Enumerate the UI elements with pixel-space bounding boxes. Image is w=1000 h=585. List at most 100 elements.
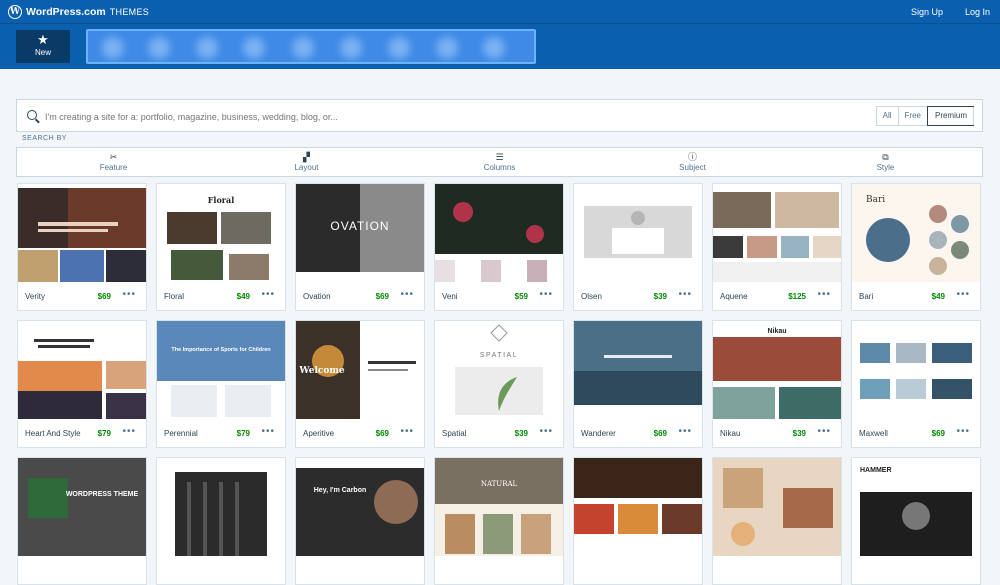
- more-options-icon[interactable]: •••: [817, 289, 831, 300]
- blurred-region: [86, 29, 536, 64]
- columns-icon: ☰: [495, 152, 504, 162]
- tools-icon: ✂: [109, 152, 118, 162]
- theme-price: $79: [236, 429, 250, 438]
- wordpress-logo-icon: W: [8, 5, 22, 19]
- more-options-icon[interactable]: •••: [261, 426, 275, 437]
- theme-card[interactable]: Nikau Nikau $39 •••: [712, 320, 842, 448]
- theme-thumbnail: Floral: [157, 184, 285, 282]
- filter-layout[interactable]: ▞ Layout: [210, 148, 403, 176]
- more-options-icon[interactable]: •••: [400, 426, 414, 437]
- theme-card[interactable]: HAMMER: [851, 457, 981, 585]
- theme-card[interactable]: [712, 457, 842, 585]
- layout-icon: ▞: [303, 152, 310, 162]
- signup-link[interactable]: Sign Up: [911, 7, 943, 17]
- theme-thumbnail: NATURAL: [435, 458, 563, 556]
- theme-card[interactable]: NATURAL: [434, 457, 564, 585]
- theme-price: $79: [97, 429, 111, 438]
- price-filter-all[interactable]: All: [877, 107, 899, 125]
- theme-thumbnail: WORDPRESS THEME: [18, 458, 146, 556]
- new-button[interactable]: ★ New: [16, 30, 70, 63]
- theme-card[interactable]: OVATION Ovation $69 •••: [295, 183, 425, 311]
- more-options-icon[interactable]: •••: [678, 289, 692, 300]
- theme-name: Veni: [442, 292, 458, 301]
- thumb-title: WORDPRESS THEME: [66, 491, 139, 498]
- theme-card[interactable]: WORDPRESS THEME: [17, 457, 147, 585]
- theme-price: $69: [375, 292, 389, 301]
- filter-subject[interactable]: ⓘ Subject: [596, 148, 789, 176]
- theme-price: $59: [514, 292, 528, 301]
- theme-card[interactable]: [156, 457, 286, 585]
- theme-price: $69: [375, 429, 389, 438]
- theme-card[interactable]: Bari Bari $49 •••: [851, 183, 981, 311]
- theme-name: Ovation: [303, 292, 331, 301]
- theme-search-box: All Free Premium: [16, 99, 983, 132]
- thumb-title: SPATIAL: [480, 352, 518, 359]
- theme-thumbnail: Nikau: [713, 321, 841, 419]
- theme-thumbnail: [852, 321, 980, 419]
- theme-thumbnail: [574, 321, 702, 419]
- more-options-icon[interactable]: •••: [400, 289, 414, 300]
- theme-card[interactable]: Wanderer $69 •••: [573, 320, 703, 448]
- theme-thumbnail: SPATIAL: [435, 321, 563, 419]
- theme-thumbnail: Welcome: [296, 321, 424, 419]
- theme-thumbnail: Bari: [852, 184, 980, 282]
- more-options-icon[interactable]: •••: [956, 426, 970, 437]
- filter-label: Columns: [483, 163, 516, 172]
- thumb-title: Welcome: [298, 366, 345, 376]
- style-icon: ⧉: [882, 152, 889, 162]
- price-filter-premium[interactable]: Premium: [926, 106, 974, 126]
- thumb-title: NATURAL: [481, 480, 518, 488]
- theme-price: $49: [236, 292, 250, 301]
- login-link[interactable]: Log In: [965, 7, 990, 17]
- theme-price: $69: [931, 429, 945, 438]
- theme-card[interactable]: Hey, I'm Carbon: [295, 457, 425, 585]
- theme-card[interactable]: Veni $59 •••: [434, 183, 564, 311]
- search-by-label: SEARCH BY: [22, 135, 67, 142]
- filter-feature[interactable]: ✂ Feature: [17, 148, 210, 176]
- search-input[interactable]: [45, 109, 645, 125]
- theme-card[interactable]: Maxwell $69 •••: [851, 320, 981, 448]
- theme-name: Floral: [164, 292, 185, 301]
- theme-card[interactable]: Heart And Style $79 •••: [17, 320, 147, 448]
- brand[interactable]: W WordPress.com THEMES: [8, 5, 149, 19]
- theme-thumbnail: HAMMER: [852, 458, 980, 556]
- brand-name: WordPress.com: [26, 6, 106, 18]
- more-options-icon[interactable]: •••: [817, 426, 831, 437]
- star-icon: ★: [37, 32, 49, 47]
- filter-style[interactable]: ⧉ Style: [789, 148, 982, 176]
- theme-card[interactable]: [573, 457, 703, 585]
- theme-price: $49: [931, 292, 945, 301]
- theme-name: Maxwell: [859, 429, 888, 438]
- more-options-icon[interactable]: •••: [122, 426, 136, 437]
- theme-price: $125: [788, 292, 806, 301]
- theme-thumbnail: [713, 184, 841, 282]
- more-options-icon[interactable]: •••: [956, 289, 970, 300]
- theme-thumbnail: Hey, I'm Carbon: [296, 458, 424, 556]
- brand-section: THEMES: [109, 7, 150, 17]
- theme-thumbnail: [157, 458, 285, 556]
- theme-price: $69: [97, 292, 111, 301]
- more-options-icon[interactable]: •••: [122, 289, 136, 300]
- theme-card[interactable]: SPATIAL Spatial $39 •••: [434, 320, 564, 448]
- filter-label: Layout: [294, 163, 319, 172]
- more-options-icon[interactable]: •••: [261, 289, 275, 300]
- theme-card[interactable]: The Importance of Sports for Children Pe…: [156, 320, 286, 448]
- theme-thumbnail: OVATION: [296, 184, 424, 282]
- theme-card[interactable]: Aquene $125 •••: [712, 183, 842, 311]
- theme-card[interactable]: Welcome Aperitive $69 •••: [295, 320, 425, 448]
- search-icon[interactable]: [27, 110, 37, 120]
- filter-columns[interactable]: ☰ Columns: [403, 148, 596, 176]
- more-options-icon[interactable]: •••: [678, 426, 692, 437]
- price-filter-free[interactable]: Free: [899, 107, 928, 125]
- theme-card[interactable]: Verity $69 •••: [17, 183, 147, 311]
- more-options-icon[interactable]: •••: [539, 426, 553, 437]
- theme-name: Bari: [859, 292, 874, 301]
- theme-card[interactable]: Olsen $39 •••: [573, 183, 703, 311]
- filter-label: Subject: [679, 163, 706, 172]
- more-options-icon[interactable]: •••: [539, 289, 553, 300]
- top-bar: W WordPress.com THEMES Sign Up Log In: [0, 0, 1000, 24]
- thumb-title: Hey, I'm Carbon: [314, 487, 367, 494]
- price-filter: All Free Premium: [875, 106, 974, 126]
- theme-name: Spatial: [442, 429, 467, 438]
- theme-card[interactable]: Floral Floral $49 •••: [156, 183, 286, 311]
